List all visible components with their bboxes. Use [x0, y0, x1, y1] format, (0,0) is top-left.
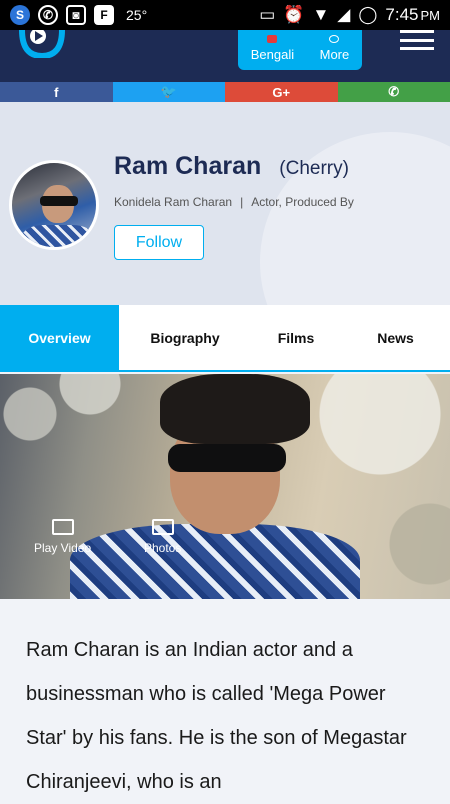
profile-name: Ram Charan: [114, 152, 261, 181]
profile-alias: (Cherry): [279, 158, 349, 180]
menu-icon[interactable]: [400, 30, 434, 50]
tab-overview[interactable]: Overview: [0, 305, 119, 370]
signal-icon: ◢: [337, 5, 350, 25]
twitter-share-button[interactable]: 🐦: [113, 82, 226, 102]
name-row: Ram Charan (Cherry): [114, 152, 349, 181]
google-plus-share-button[interactable]: G+: [225, 82, 338, 102]
play-video-button[interactable]: Play Video: [34, 519, 91, 555]
app-header: Bengali More: [0, 30, 450, 82]
follow-button[interactable]: Follow: [114, 225, 204, 260]
cast-icon: ▭: [259, 5, 275, 25]
facebook-share-button[interactable]: f: [0, 82, 113, 102]
whatsapp-share-icon: ✆: [388, 84, 399, 100]
meta-separator: |: [240, 195, 243, 209]
language-bengali[interactable]: Bengali: [251, 47, 294, 62]
clock: 7:45PM: [385, 5, 440, 25]
flipboard-icon: F: [94, 5, 114, 25]
profile-roles: Actor, Produced By: [251, 195, 354, 209]
google-plus-icon: G+: [272, 85, 290, 100]
share-bar: f 🐦 G+ ✆: [0, 82, 450, 102]
language-selector[interactable]: Bengali More: [238, 30, 362, 70]
s-app-icon: S: [10, 5, 30, 25]
profile-meta: Konidela Ram Charan | Actor, Produced By: [114, 195, 354, 209]
photos-button[interactable]: Photos: [144, 519, 181, 555]
whatsapp-share-button[interactable]: ✆: [338, 82, 450, 102]
language-more[interactable]: More: [320, 47, 350, 62]
camera-icon: ◙: [66, 5, 86, 25]
profile-full-name: Konidela Ram Charan: [114, 195, 232, 209]
whatsapp-icon: ✆: [38, 5, 58, 25]
tab-biography[interactable]: Biography: [119, 305, 251, 370]
clock-time: 7:45: [385, 5, 418, 24]
battery-icon: ◯: [358, 5, 377, 25]
app-logo-icon[interactable]: [18, 30, 66, 58]
hero-image[interactable]: Play Video Photos: [0, 374, 450, 599]
alarm-icon: ⏰: [283, 5, 304, 25]
wifi-icon: ▼: [312, 5, 329, 25]
language-bengali-label: Bengali: [251, 47, 294, 62]
tab-bar: Overview Biography Films News: [0, 305, 450, 372]
temperature: 25°: [126, 7, 147, 23]
photos-label: Photos: [144, 541, 181, 555]
play-video-icon: [52, 519, 74, 535]
play-video-label: Play Video: [34, 541, 91, 555]
bio-text: Ram Charan is an Indian actor and a busi…: [26, 628, 426, 804]
profile-header: Ram Charan (Cherry) Konidela Ram Charan |…: [0, 102, 450, 305]
tab-news[interactable]: News: [341, 305, 450, 370]
more-globe-icon: [329, 35, 339, 43]
bengali-flag-icon: [267, 35, 277, 43]
facebook-icon: f: [54, 85, 58, 100]
avatar[interactable]: [9, 160, 99, 250]
photos-icon: [152, 519, 174, 535]
status-bar: S ✆ ◙ F 25° ▭ ⏰ ▼ ◢ ◯ 7:45PM: [0, 0, 450, 30]
twitter-icon: 🐦: [161, 84, 177, 100]
tab-films[interactable]: Films: [251, 305, 341, 370]
language-more-label: More: [320, 47, 350, 62]
clock-ampm: PM: [421, 8, 441, 23]
